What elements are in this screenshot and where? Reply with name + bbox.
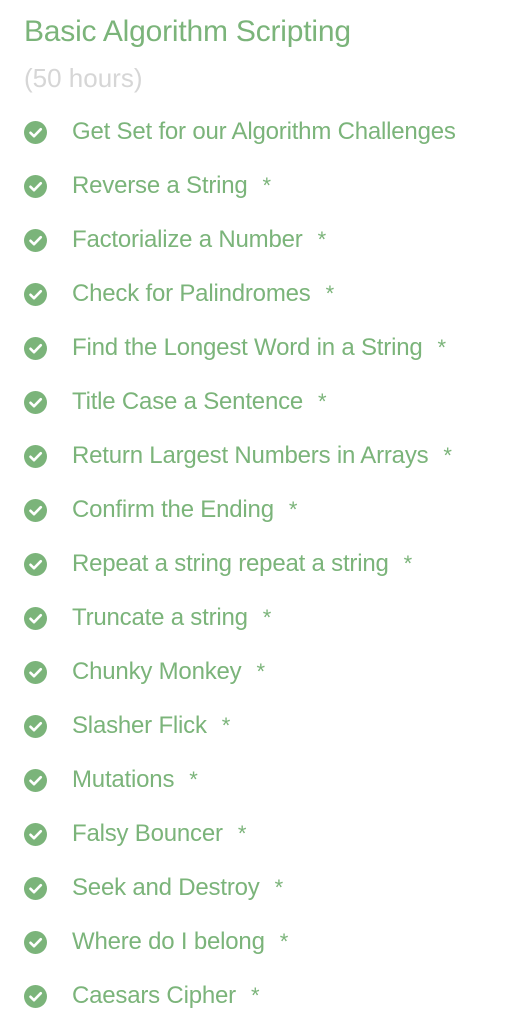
required-marker: * [274, 875, 284, 900]
challenge-link[interactable]: Return Largest Numbers in Arrays * [72, 439, 452, 473]
required-marker: * [250, 983, 260, 1008]
challenge-title: Title Case a Sentence [72, 388, 304, 415]
challenge-link[interactable]: Check for Palindromes * [72, 277, 334, 311]
challenge-title: Repeat a string repeat a string [72, 550, 389, 577]
required-marker: * [237, 821, 247, 846]
challenge-item[interactable]: Repeat a string repeat a string * [0, 538, 510, 592]
check-circle-icon [24, 553, 47, 576]
challenge-item[interactable]: Check for Palindromes * [0, 268, 510, 322]
challenge-list: Get Set for our Algorithm Challenges Rev… [0, 106, 510, 1024]
challenge-item[interactable]: Factorialize a Number * [0, 214, 510, 268]
check-circle-icon [24, 715, 47, 738]
challenge-title: Factorialize a Number [72, 226, 303, 253]
required-marker: * [443, 443, 452, 468]
challenge-link[interactable]: Get Set for our Algorithm Challenges [72, 115, 471, 149]
challenge-item[interactable]: Slasher Flick * [0, 700, 510, 754]
required-marker: * [317, 227, 327, 252]
required-marker: * [221, 713, 231, 738]
challenge-title: Truncate a string [72, 604, 248, 631]
challenge-item[interactable]: Truncate a string * [0, 592, 510, 646]
required-marker: * [262, 173, 272, 198]
challenge-item[interactable]: Chunky Monkey * [0, 646, 510, 700]
section-title: Basic Algorithm Scripting [24, 15, 351, 48]
required-marker: * [318, 389, 327, 414]
required-marker: * [279, 929, 289, 954]
check-circle-icon [24, 445, 47, 468]
challenge-link[interactable]: Title Case a Sentence * [72, 385, 327, 419]
challenge-link[interactable]: Chunky Monkey * [72, 655, 265, 689]
check-circle-icon [24, 931, 47, 954]
check-circle-icon [24, 283, 47, 306]
challenge-item[interactable]: Title Case a Sentence * [0, 376, 510, 430]
curriculum-section: Basic Algorithm Scripting (50 hours) Get… [0, 0, 510, 1028]
challenge-item[interactable]: Find the Longest Word in a String * [0, 322, 510, 376]
challenge-title: Confirm the Ending [72, 496, 274, 523]
check-circle-icon [24, 985, 47, 1008]
challenge-link[interactable]: Confirm the Ending * [72, 493, 297, 527]
challenge-item[interactable]: Confirm the Ending * [0, 484, 510, 538]
required-marker: * [288, 497, 298, 522]
check-circle-icon [24, 823, 47, 846]
challenge-item[interactable]: Return Largest Numbers in Arrays * [0, 430, 510, 484]
challenge-title: Caesars Cipher [72, 982, 236, 1009]
challenge-title: Return Largest Numbers in Arrays [72, 442, 429, 469]
challenge-link[interactable]: Factorialize a Number * [72, 223, 326, 257]
required-marker: * [189, 767, 198, 792]
challenge-link[interactable]: Slasher Flick * [72, 709, 230, 743]
challenge-title: Where do I belong [72, 928, 265, 955]
check-circle-icon [24, 607, 47, 630]
check-circle-icon [24, 121, 47, 144]
challenge-item[interactable]: Caesars Cipher * [0, 970, 510, 1024]
challenge-title: Find the Longest Word in a String [72, 334, 423, 361]
challenge-link[interactable]: Mutations * [72, 763, 198, 797]
challenge-link[interactable]: Repeat a string repeat a string * [72, 547, 412, 581]
section-hours: (50 hours) [24, 63, 143, 93]
check-circle-icon [24, 391, 47, 414]
required-marker: * [437, 335, 447, 360]
check-circle-icon [24, 769, 47, 792]
challenge-item[interactable]: Where do I belong * [0, 916, 510, 970]
check-circle-icon [24, 229, 47, 252]
check-circle-icon [24, 499, 47, 522]
challenge-item[interactable]: Seek and Destroy * [0, 862, 510, 916]
challenge-link[interactable]: Falsy Bouncer * [72, 817, 246, 851]
challenge-link[interactable]: Seek and Destroy * [72, 871, 283, 905]
challenge-link[interactable]: Caesars Cipher * [72, 979, 260, 1013]
challenge-title: Reverse a String [72, 172, 248, 199]
required-marker: * [325, 281, 335, 306]
challenge-title: Get Set for our Algorithm Challenges [72, 118, 456, 145]
challenge-link[interactable]: Reverse a String * [72, 169, 271, 203]
required-marker: * [262, 605, 272, 630]
challenge-title: Falsy Bouncer [72, 820, 223, 847]
check-circle-icon [24, 337, 47, 360]
challenge-item[interactable]: Falsy Bouncer * [0, 808, 510, 862]
challenge-title: Check for Palindromes [72, 280, 311, 307]
challenge-title: Seek and Destroy [72, 874, 260, 901]
challenge-link[interactable]: Where do I belong * [72, 925, 288, 959]
challenge-title: Chunky Monkey [72, 658, 242, 685]
challenge-link[interactable]: Find the Longest Word in a String * [72, 331, 446, 365]
challenge-item[interactable]: Get Set for our Algorithm Challenges [0, 106, 510, 160]
required-marker: * [256, 659, 265, 684]
challenge-title: Slasher Flick [72, 712, 207, 739]
check-circle-icon [24, 661, 47, 684]
challenge-link[interactable]: Truncate a string * [72, 601, 271, 635]
required-marker: * [403, 551, 413, 576]
challenge-item[interactable]: Mutations * [0, 754, 510, 808]
check-circle-icon [24, 175, 47, 198]
check-circle-icon [24, 877, 47, 900]
challenge-title: Mutations [72, 766, 175, 793]
challenge-item[interactable]: Reverse a String * [0, 160, 510, 214]
